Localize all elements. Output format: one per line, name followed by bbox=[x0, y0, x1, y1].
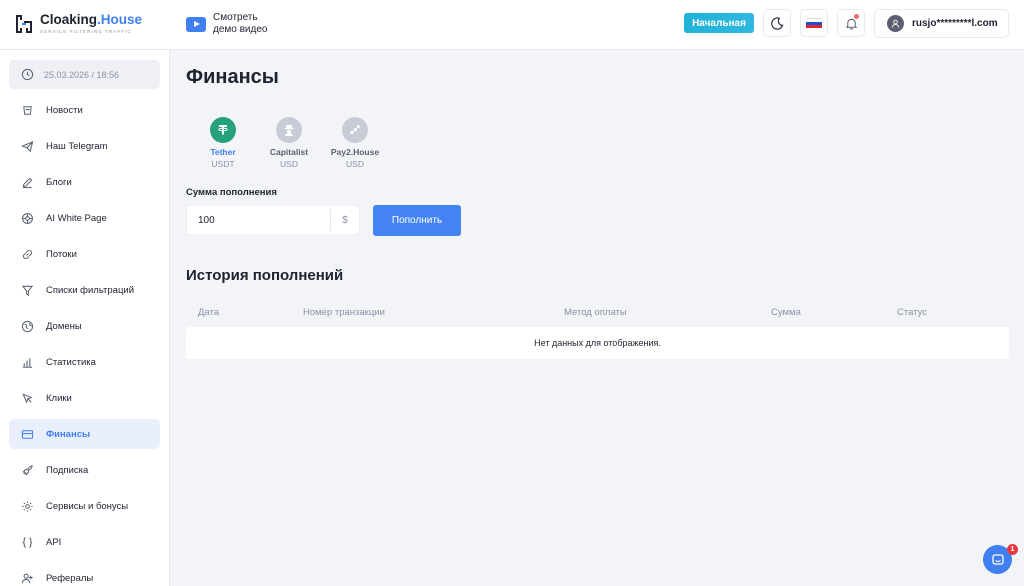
sidebar-item-telegram[interactable]: Наш Telegram bbox=[9, 131, 160, 161]
bar-chart-icon bbox=[21, 356, 34, 369]
sidebar-item-ai-white-page[interactable]: AI White Page bbox=[9, 203, 160, 233]
sidebar-item-label: API bbox=[46, 536, 62, 548]
sidebar-item-label: Сервисы и бонусы bbox=[46, 500, 129, 512]
user-email: rusjo*********l.com bbox=[912, 18, 998, 29]
sidebar-item-subscription[interactable]: Подписка bbox=[9, 455, 160, 485]
column-header-date: Дата bbox=[198, 307, 220, 318]
sidebar-item-label: AI White Page bbox=[46, 212, 107, 224]
avatar-icon bbox=[887, 15, 904, 32]
amount-label: Сумма пополнения bbox=[186, 187, 277, 198]
sidebar-item-label: Новости bbox=[46, 104, 83, 116]
plan-badge-button[interactable]: Начальная bbox=[684, 13, 754, 33]
table-empty-row: Нет данных для отображения. bbox=[186, 327, 1009, 359]
payment-methods: Tether USDT Capitalist USD Pay2.House US… bbox=[190, 117, 388, 170]
user-menu[interactable]: rusjo*********l.com bbox=[874, 9, 1009, 38]
page-title: Финансы bbox=[186, 66, 279, 88]
sidebar-item-blogs[interactable]: Блоги bbox=[9, 167, 160, 197]
russia-flag-icon bbox=[806, 17, 822, 29]
column-header-status: Статус bbox=[897, 307, 928, 318]
language-button[interactable] bbox=[800, 9, 828, 37]
sidebar-item-label: Блоги bbox=[46, 176, 72, 188]
news-icon bbox=[21, 104, 34, 117]
notification-dot bbox=[854, 14, 859, 19]
top-bar: Cloaking.House SERVICE FILTERING TRAFFIC… bbox=[0, 0, 1024, 50]
datetime-box: 25.03.2026 / 18:56 bbox=[9, 60, 160, 89]
theme-toggle-button[interactable] bbox=[763, 9, 791, 37]
sidebar-item-services-bonuses[interactable]: Сервисы и бонусы bbox=[9, 491, 160, 521]
globe-icon bbox=[21, 320, 34, 333]
ai-brain-icon bbox=[21, 212, 34, 225]
sidebar-item-referrals[interactable]: Рефералы bbox=[9, 563, 160, 586]
user-plus-icon bbox=[21, 572, 34, 585]
logo-mark-icon bbox=[14, 13, 34, 35]
pencil-icon bbox=[21, 176, 34, 189]
column-header-transaction: Номер транзакции bbox=[303, 307, 385, 318]
sidebar: 25.03.2026 / 18:56 Новости Наш Telegram … bbox=[0, 50, 170, 586]
brand-name: Cloaking.House bbox=[40, 12, 143, 27]
sidebar-item-label: Наш Telegram bbox=[46, 140, 108, 152]
sidebar-item-label: Домены bbox=[46, 320, 82, 332]
sidebar-item-finances[interactable]: Финансы bbox=[9, 419, 160, 449]
link-icon bbox=[21, 248, 34, 261]
sidebar-item-streams[interactable]: Потоки bbox=[9, 239, 160, 269]
braces-icon bbox=[21, 536, 34, 549]
method-currency: USD bbox=[280, 159, 298, 169]
payment-method-pay2house[interactable]: Pay2.House USD bbox=[322, 117, 388, 170]
sidebar-item-label: Подписка bbox=[46, 464, 89, 476]
amount-currency: $ bbox=[330, 209, 359, 231]
gear-icon bbox=[21, 500, 34, 513]
play-icon bbox=[186, 16, 206, 32]
chat-unread-badge: 1 bbox=[1007, 544, 1018, 555]
sidebar-item-label: Статистика bbox=[46, 356, 96, 368]
sidebar-item-clicks[interactable]: Клики bbox=[9, 383, 160, 413]
sidebar-item-label: Потоки bbox=[46, 248, 77, 260]
history-table: Дата Номер транзакции Метод оплаты Сумма… bbox=[186, 299, 1009, 359]
cursor-icon bbox=[21, 392, 34, 405]
capitalist-icon bbox=[276, 117, 302, 143]
amount-field: $ bbox=[186, 205, 360, 235]
moon-icon bbox=[770, 16, 783, 30]
table-header: Дата Номер транзакции Метод оплаты Сумма… bbox=[186, 299, 1009, 327]
demo-line1: Смотреть bbox=[213, 12, 258, 23]
column-header-amount: Сумма bbox=[771, 307, 801, 318]
history-title: История пополнений bbox=[186, 267, 344, 284]
empty-text: Нет данных для отображения. bbox=[534, 338, 661, 348]
sidebar-item-label: Списки фильтраций bbox=[46, 284, 135, 296]
amount-input[interactable] bbox=[187, 206, 330, 234]
column-header-method: Метод оплаты bbox=[564, 307, 627, 318]
sidebar-item-label: Рефералы bbox=[46, 572, 94, 584]
rocket-icon bbox=[21, 464, 34, 477]
method-name: Pay2.House bbox=[330, 147, 380, 157]
sidebar-item-filter-lists[interactable]: Списки фильтраций bbox=[9, 275, 160, 305]
tether-icon bbox=[210, 117, 236, 143]
brand-logo[interactable]: Cloaking.House SERVICE FILTERING TRAFFIC bbox=[14, 12, 142, 35]
notifications-button[interactable] bbox=[837, 9, 865, 37]
clock-icon bbox=[21, 68, 34, 81]
chat-icon bbox=[991, 553, 1004, 565]
method-name: Tether bbox=[210, 147, 236, 157]
filter-icon bbox=[21, 284, 34, 297]
method-currency: USDT bbox=[211, 159, 235, 169]
sidebar-item-statistics[interactable]: Статистика bbox=[9, 347, 160, 377]
sidebar-item-domains[interactable]: Домены bbox=[9, 311, 160, 341]
payment-method-tether[interactable]: Tether USDT bbox=[190, 117, 256, 170]
sidebar-nav: Новости Наш Telegram Блоги AI White Page… bbox=[9, 95, 160, 586]
brand-tagline: SERVICE FILTERING TRAFFIC bbox=[40, 29, 132, 34]
sidebar-item-label: Клики bbox=[46, 392, 72, 404]
topup-button[interactable]: Пополнить bbox=[373, 205, 461, 236]
sidebar-item-news[interactable]: Новости bbox=[9, 95, 160, 125]
pay2house-icon bbox=[342, 117, 368, 143]
telegram-icon bbox=[21, 140, 34, 153]
card-icon bbox=[21, 428, 34, 441]
datetime-text: 25.03.2026 / 18:56 bbox=[44, 69, 120, 80]
sidebar-item-label: Финансы bbox=[46, 428, 91, 440]
method-name: Capitalist bbox=[269, 147, 309, 157]
payment-method-capitalist[interactable]: Capitalist USD bbox=[256, 117, 322, 170]
sidebar-item-api[interactable]: API bbox=[9, 527, 160, 557]
demo-video-link[interactable]: Смотреть демо видео bbox=[186, 12, 267, 36]
method-currency: USD bbox=[346, 159, 364, 169]
demo-line2: демо видео bbox=[213, 24, 268, 35]
